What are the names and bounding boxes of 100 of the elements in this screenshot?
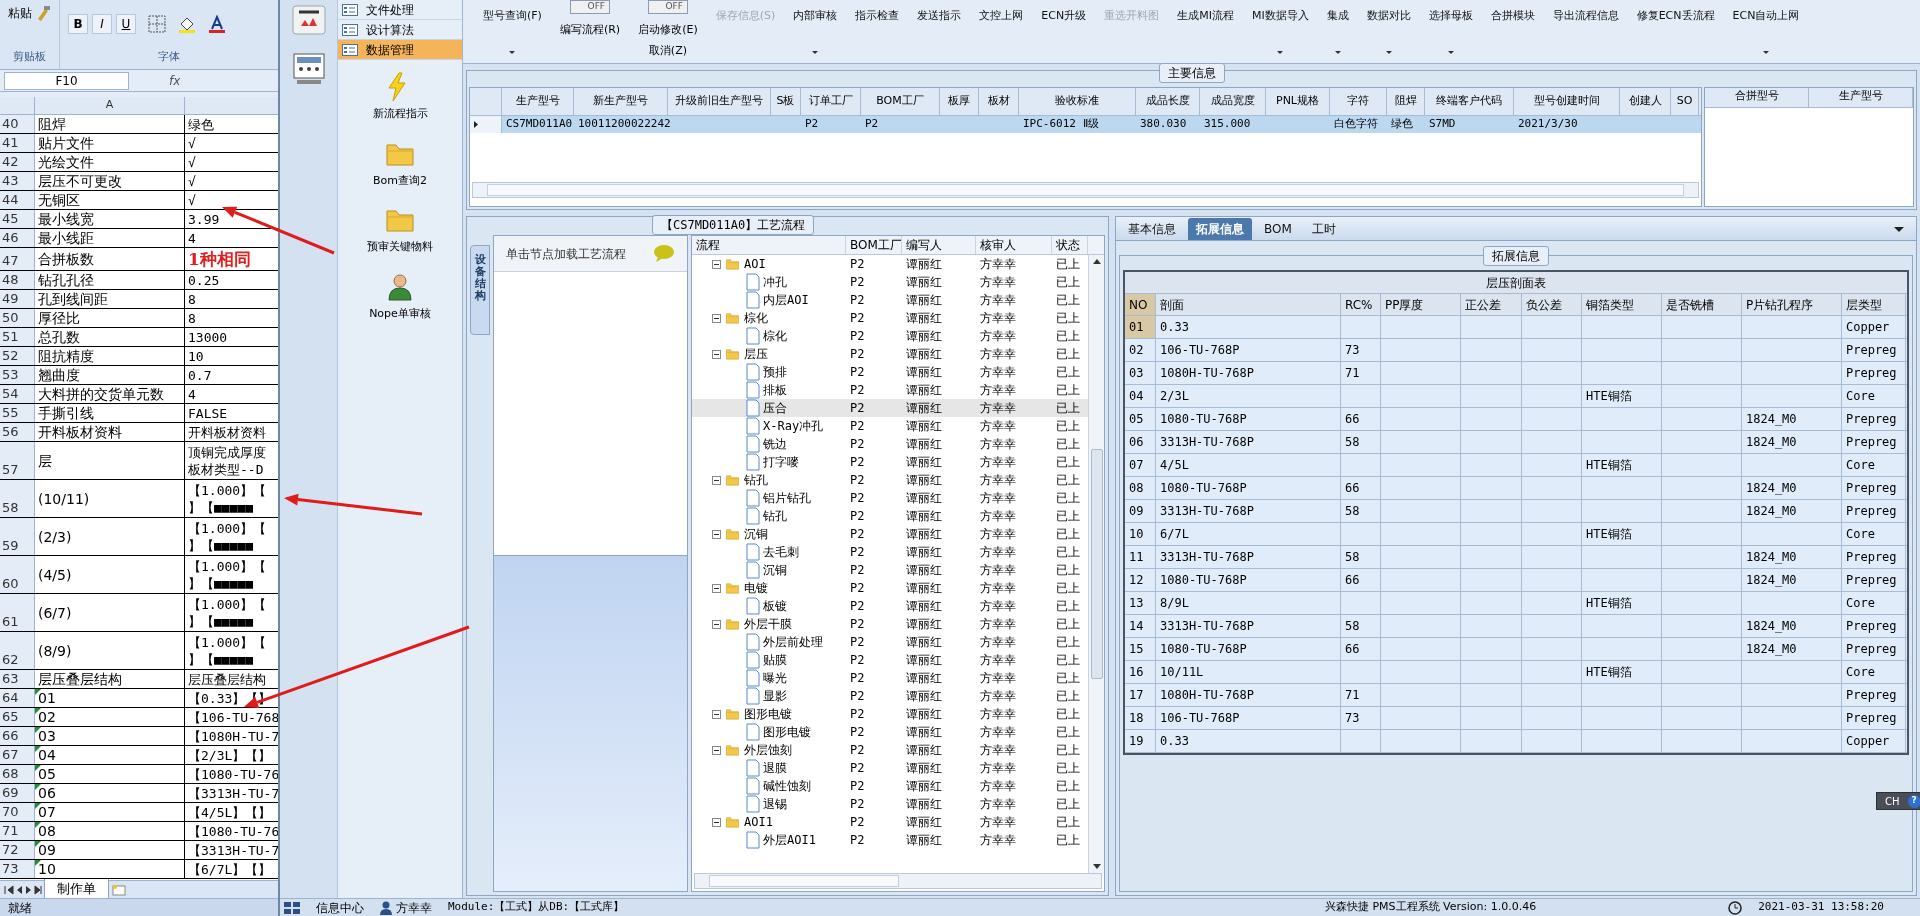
tree-row[interactable]: 沉铜 P2 谭丽红 方幸幸 已上 <box>692 525 1088 543</box>
column-header[interactable]: 流程 <box>692 236 846 254</box>
paste-button[interactable]: 粘贴 <box>7 4 32 22</box>
help-button[interactable]: ? <box>1907 794 1920 808</box>
column-header[interactable]: NO <box>1125 294 1156 315</box>
column-header[interactable]: 编写人 <box>902 236 976 254</box>
collapse-toggle[interactable] <box>712 583 721 593</box>
tree-row[interactable]: 图形电镀 P2 谭丽红 方幸幸 已上 <box>692 705 1088 723</box>
nav-tool-button[interactable]: Bom查询2 <box>373 138 427 189</box>
tree-row[interactable]: AOI P2 谭丽红 方幸幸 已上 <box>692 255 1088 273</box>
tree-row[interactable]: 去毛刺 P2 谭丽红 方幸幸 已上 <box>692 543 1088 561</box>
column-header[interactable]: 字符 <box>1330 88 1387 115</box>
row-number-cell[interactable]: 19 <box>1125 730 1156 752</box>
collapse-toggle[interactable] <box>712 475 721 485</box>
row-number-cell[interactable]: 08 <box>1125 477 1156 499</box>
toolbar-button[interactable]: 发送指示 <box>917 0 962 25</box>
toolbar-button[interactable]: 合拼模块 <box>1490 0 1535 25</box>
row-number-cell[interactable]: 11 <box>1125 546 1156 568</box>
tree-row[interactable]: 外层蚀刻 P2 谭丽红 方幸幸 已上 <box>692 741 1088 759</box>
ime-bar[interactable]: CH ? <box>1876 792 1920 810</box>
column-header[interactable]: PP厚度 <box>1381 294 1461 315</box>
column-header[interactable]: BOM工厂 <box>846 236 902 254</box>
column-header[interactable]: 升级前旧生产型号 <box>668 88 771 115</box>
column-header[interactable]: 成品宽度 <box>1200 88 1266 115</box>
column-header[interactable]: 状态 <box>1052 236 1088 254</box>
tree-row[interactable]: 外层前处理 P2 谭丽红 方幸幸 已上 <box>692 633 1088 651</box>
tree-row[interactable]: 预排 P2 谭丽红 方幸幸 已上 <box>692 363 1088 381</box>
name-box[interactable]: F10 <box>4 71 129 90</box>
column-header[interactable]: RC% <box>1341 294 1381 315</box>
collapse-toggle[interactable] <box>712 817 721 827</box>
toolbar-button[interactable]: 导出流程信息 <box>1552 0 1619 25</box>
tab[interactable]: 基本信息 <box>1120 218 1184 240</box>
function-button[interactable]: fx <box>169 71 181 90</box>
tree-row[interactable]: 铣边 P2 谭丽红 方幸幸 已上 <box>692 435 1088 453</box>
tree-row[interactable]: 钻孔 P2 谭丽红 方幸幸 已上 <box>692 507 1088 525</box>
sheet-tab[interactable]: 制作单 <box>44 879 109 900</box>
column-header[interactable]: 新生产型号 <box>574 88 668 115</box>
row-number-cell[interactable]: 13 <box>1125 592 1156 614</box>
column-header[interactable]: P片钻孔程序 <box>1742 294 1842 315</box>
row-number-cell[interactable]: 15 <box>1125 638 1156 660</box>
toolbar-button[interactable]: 集成 <box>1326 0 1349 54</box>
column-header[interactable]: 型号创建时间 <box>1514 88 1620 115</box>
column-header[interactable]: PNL规格 <box>1266 88 1330 115</box>
tree-row[interactable]: 图形电镀 P2 谭丽红 方幸幸 已上 <box>692 723 1088 741</box>
collapse-toggle[interactable] <box>712 529 721 539</box>
bold-button[interactable]: B <box>68 14 88 34</box>
tree-row[interactable]: 碱性蚀刻 P2 谭丽红 方幸幸 已上 <box>692 777 1088 795</box>
column-header[interactable]: 阻焊 <box>1387 88 1425 115</box>
collapse-toggle[interactable] <box>712 313 721 323</box>
vertical-scrollbar[interactable] <box>1088 255 1104 873</box>
tree-row[interactable]: 棕化 P2 谭丽红 方幸幸 已上 <box>692 309 1088 327</box>
row-number-cell[interactable]: 05 <box>1125 408 1156 430</box>
toolbar-button[interactable]: 型号查询(F) <box>483 0 542 54</box>
column-header[interactable]: 是否铣槽 <box>1662 294 1742 315</box>
tab[interactable]: BOM <box>1256 218 1300 240</box>
toolbar-button[interactable]: 选择母板 <box>1428 0 1473 54</box>
nav-tool-button[interactable]: 预审关键物料 <box>367 205 433 256</box>
tree-row[interactable]: 铝片钻孔 P2 谭丽红 方幸幸 已上 <box>692 489 1088 507</box>
tree-row[interactable]: 冲孔 P2 谭丽红 方幸幸 已上 <box>692 273 1088 291</box>
italic-button[interactable]: I <box>92 14 112 34</box>
tab[interactable]: 工时 <box>1303 218 1344 240</box>
underline-button[interactable]: U <box>116 14 136 34</box>
tree-row[interactable]: 外层干膜 P2 谭丽红 方幸幸 已上 <box>692 615 1088 633</box>
tree-row[interactable]: 曝光 P2 谭丽红 方幸幸 已上 <box>692 669 1088 687</box>
tree-row[interactable]: X-Ray冲孔 P2 谭丽红 方幸幸 已上 <box>692 417 1088 435</box>
column-header[interactable]: SO <box>1671 88 1699 115</box>
collapse-toggle[interactable] <box>712 619 721 629</box>
row-number-cell[interactable]: 09 <box>1125 500 1156 522</box>
tree-row[interactable]: 贴膜 P2 谭丽红 方幸幸 已上 <box>692 651 1088 669</box>
tree-row[interactable]: 压合 P2 谭丽红 方幸幸 已上 <box>692 399 1088 417</box>
column-header[interactable]: 生产型号 <box>1809 88 1913 107</box>
toolbar-button[interactable]: 指示检查 <box>855 0 900 25</box>
row-number-cell[interactable]: 02 <box>1125 339 1156 361</box>
column-header[interactable]: 核审人 <box>976 236 1052 254</box>
horizontal-scrollbar[interactable] <box>472 182 1699 198</box>
column-header[interactable]: BOM工厂 <box>861 88 940 115</box>
tree-row[interactable]: 打字嘜 P2 谭丽红 方幸幸 已上 <box>692 453 1088 471</box>
toolbar-button[interactable]: 内部审核 <box>793 0 838 54</box>
tree-row[interactable]: 退膜 P2 谭丽红 方幸幸 已上 <box>692 759 1088 777</box>
nav-tool-button[interactable]: 新流程指示 <box>372 72 428 123</box>
table-row[interactable]: CS7MD011A0 10011200022242 P2 P2 IPC-6012 Ⅱ级 380.030 315.000 白色字符 绿色 S7MD 2021/3/30 <box>470 116 1701 133</box>
column-header[interactable]: 板材 <box>979 88 1019 115</box>
tree-row[interactable]: 内层AOI P2 谭丽红 方幸幸 已上 <box>692 291 1088 309</box>
toolbar-button[interactable]: ECN自动上网 <box>1732 0 1800 54</box>
tree-row[interactable]: AOI1 P2 谭丽红 方幸幸 已上 <box>692 813 1088 831</box>
row-number-cell[interactable]: 10 <box>1125 523 1156 545</box>
row-number-cell[interactable]: 07 <box>1125 454 1156 476</box>
column-header[interactable]: 层类型 <box>1842 294 1906 315</box>
column-header[interactable]: S板 <box>771 88 801 115</box>
column-header[interactable]: 终端客户代码 <box>1425 88 1514 115</box>
row-number-cell[interactable]: 03 <box>1125 362 1156 384</box>
tree-row[interactable]: 板镀 P2 谭丽红 方幸幸 已上 <box>692 597 1088 615</box>
column-header[interactable]: 板厚 <box>940 88 979 115</box>
collapse-toggle[interactable] <box>712 259 721 269</box>
ime-language[interactable]: CH <box>1881 793 1904 809</box>
tree-row[interactable]: 棕化 P2 谭丽红 方幸幸 已上 <box>692 327 1088 345</box>
column-header[interactable]: 负公差 <box>1522 294 1582 315</box>
tree-row[interactable]: 电镀 P2 谭丽红 方幸幸 已上 <box>692 579 1088 597</box>
toolbar-button[interactable]: 生成MI流程 <box>1177 0 1234 25</box>
toolbar-button[interactable]: 修复ECN丢流程 <box>1636 0 1715 25</box>
